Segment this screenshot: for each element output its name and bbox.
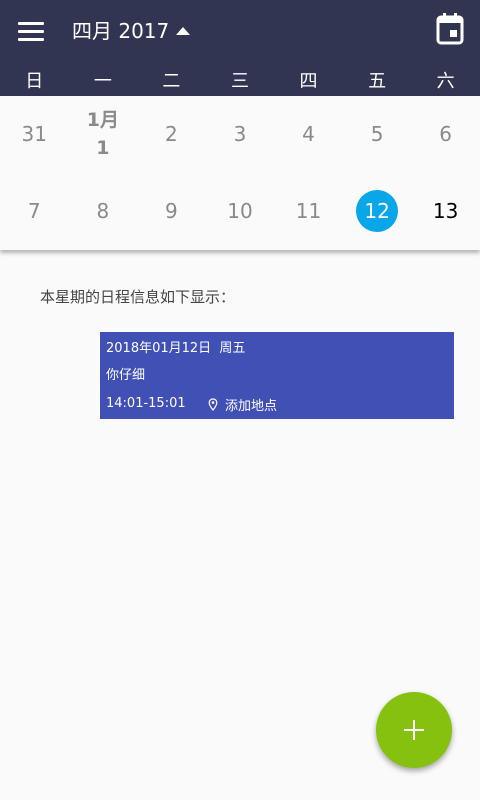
weekday-tue: 二	[162, 71, 181, 92]
weekday-sat: 六	[436, 71, 455, 92]
weekday-wed: 三	[230, 71, 249, 92]
event-time: 14:01-15:01	[106, 396, 186, 411]
event-card[interactable]: 2018年01月12日 周五 你仔细 14:01-15:01 添加地点	[100, 332, 454, 419]
plus-icon	[413, 720, 415, 740]
calendar-day[interactable]: 31	[0, 96, 69, 172]
app-header: 四月 2017 日 一 二 三 四 五 六	[0, 0, 480, 96]
weekday-thu: 四	[299, 71, 318, 92]
calendar-day-month-start[interactable]: 1月 1	[69, 96, 138, 172]
calendar-day[interactable]: 2	[137, 96, 206, 172]
calendar-day[interactable]: 6	[411, 96, 480, 172]
calendar-day[interactable]: 3	[206, 96, 275, 172]
weekday-mon: 一	[93, 71, 112, 92]
selected-day-bubble: 12	[356, 190, 399, 232]
calendar-day[interactable]: 10	[206, 173, 275, 249]
triangle-up-icon[interactable]	[176, 27, 190, 35]
calendar-week-row: 7 8 9 10 11 12 13	[0, 173, 480, 249]
add-event-button[interactable]	[376, 692, 452, 768]
event-location-label: 添加地点	[225, 398, 278, 414]
event-title: 你仔细	[106, 368, 146, 383]
menu-icon[interactable]	[18, 20, 44, 42]
calendar-day[interactable]: 11	[274, 173, 343, 249]
weekday-sun: 日	[25, 71, 44, 92]
weekday-fri: 五	[368, 71, 387, 92]
calendar-day[interactable]: 9	[137, 173, 206, 249]
month-title[interactable]: 四月 2017	[72, 18, 169, 44]
event-location[interactable]: 添加地点	[208, 395, 278, 414]
month-start-label: 1月	[86, 109, 119, 131]
month-start-day: 1	[96, 137, 110, 159]
weekday-header: 日 一 二 三 四 五 六	[0, 68, 480, 96]
calendar-week-row: 31 1月 1 2 3 4 5 6	[0, 96, 480, 172]
calendar-day-selected[interactable]: 12	[343, 173, 412, 249]
calendar-day[interactable]: 4	[274, 96, 343, 172]
calendar-day[interactable]: 7	[0, 173, 69, 249]
location-pin-icon	[208, 397, 218, 411]
calendar-day[interactable]: 5	[343, 96, 412, 172]
calendar-day[interactable]: 13	[411, 173, 480, 249]
calendar-day[interactable]: 8	[69, 173, 138, 249]
calendar-grid: 31 1月 1 2 3 4 5 6 7 8 9 10 11 12 13	[0, 96, 480, 250]
event-date: 2018年01月12日 周五	[106, 341, 246, 356]
calendar-today-icon[interactable]	[436, 13, 464, 45]
schedule-intro-text: 本星期的日程信息如下显示：	[40, 288, 236, 306]
